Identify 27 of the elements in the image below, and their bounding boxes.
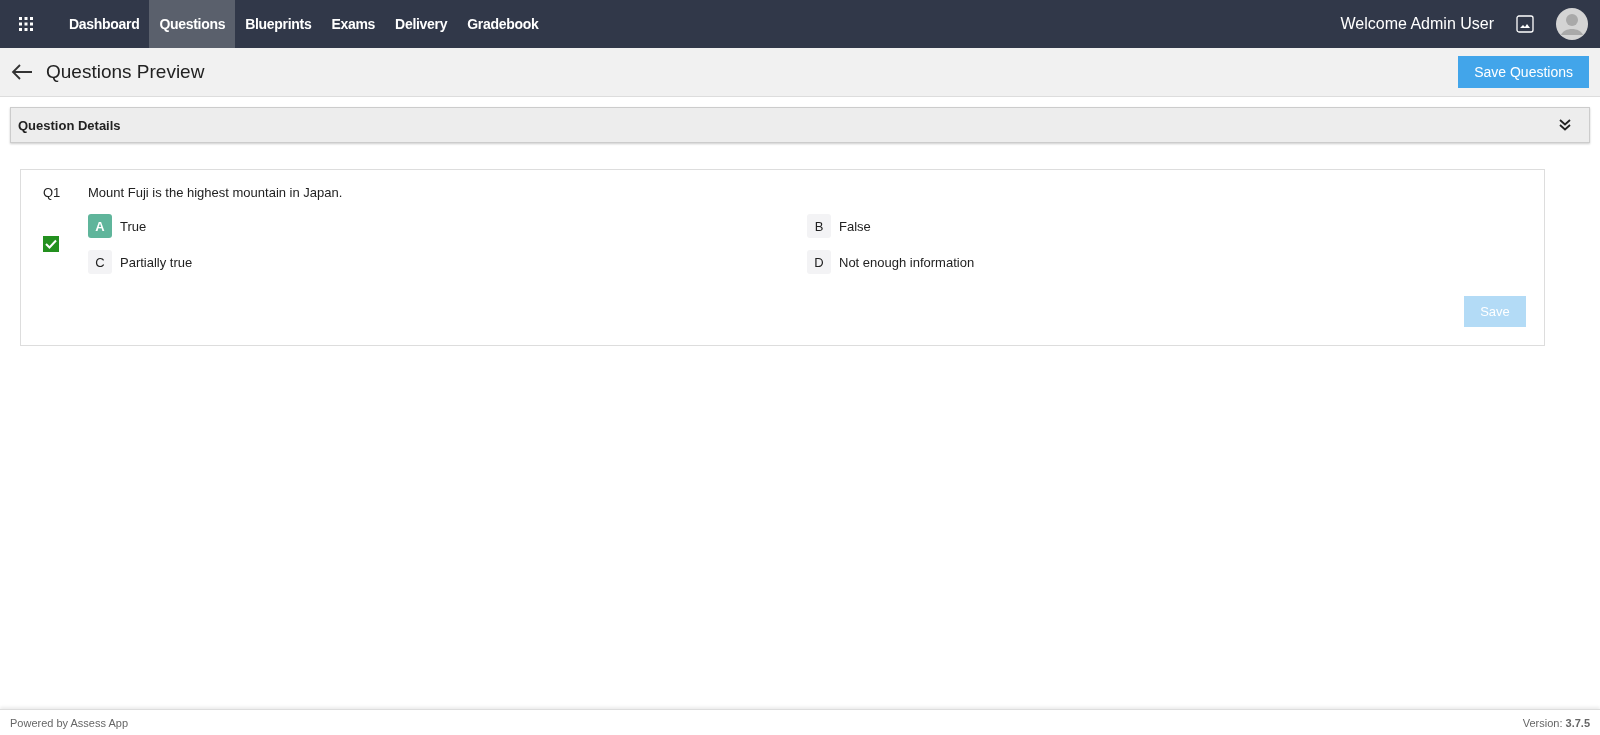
avatar-icon[interactable] <box>1556 8 1588 40</box>
option-label: True <box>120 218 147 234</box>
nav-tab[interactable]: Delivery <box>385 0 458 48</box>
checkbox[interactable] <box>43 236 59 252</box>
question-number: Q1 <box>43 185 62 200</box>
version-text: Version: 3.7.5 <box>1522 716 1590 729</box>
nav-tab[interactable]: Dashboard <box>59 0 150 48</box>
option-label: Partially true <box>120 254 193 270</box>
nav-tab[interactable]: Blueprints <box>235 0 322 48</box>
chevron-double-down-icon[interactable] <box>1559 119 1571 131</box>
option-label: Not enough information <box>839 254 975 270</box>
welcome-text: Welcome Admin User <box>1340 15 1494 33</box>
option-letter[interactable]: D <box>807 250 831 274</box>
image-icon[interactable] <box>1516 15 1534 33</box>
app-grid-icon[interactable] <box>19 17 33 31</box>
question-text: Mount Fuji is the highest mountain in Japan. <box>88 185 343 200</box>
back-arrow-icon[interactable] <box>11 64 33 80</box>
panel-title: Question Details <box>18 117 121 133</box>
question-details-panel[interactable]: Question Details <box>10 107 1590 143</box>
option-letter[interactable]: C <box>88 250 112 274</box>
nav-tab[interactable]: Gradebook <box>457 0 549 48</box>
powered-by-text: Powered by Assess App <box>10 716 128 729</box>
nav-tab[interactable]: Questions <box>149 0 236 48</box>
option-letter[interactable]: B <box>807 214 831 238</box>
nav-tab[interactable]: Exams <box>321 0 386 48</box>
page-title: Questions Preview <box>46 61 205 83</box>
option-label: False <box>839 218 871 234</box>
